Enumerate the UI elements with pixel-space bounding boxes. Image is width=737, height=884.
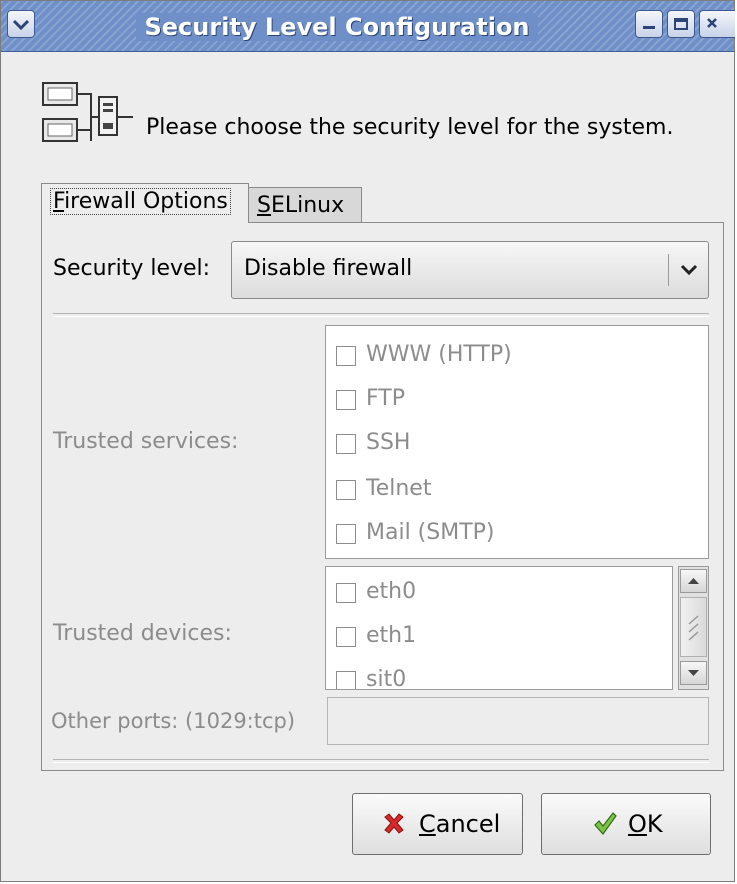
separator: [53, 759, 709, 763]
trusted-devices-list: eth0 eth1 sit0: [325, 566, 673, 690]
checkbox[interactable]: [336, 627, 356, 647]
checkbox[interactable]: [336, 434, 356, 454]
other-ports-input[interactable]: [327, 697, 709, 745]
close-button[interactable]: [699, 10, 735, 38]
security-level-dialog: Security Level Configuration Please choo…: [0, 0, 735, 882]
checkbox[interactable]: [336, 524, 356, 544]
security-level-label: Security level:: [53, 256, 211, 281]
window-title: Security Level Configuration: [45, 13, 629, 41]
other-ports-label: Other ports: (1029:tcp): [51, 709, 296, 733]
minimize-icon: [643, 26, 655, 29]
grip-icon: [688, 615, 699, 641]
header-text: Please choose the security level for the…: [146, 115, 674, 140]
chevron-down-icon: [12, 19, 30, 31]
title-bar[interactable]: Security Level Configuration: [1, 1, 735, 52]
red-x-icon: [384, 813, 404, 834]
ok-button[interactable]: OK: [541, 793, 711, 855]
trusted-services-list: WWW (HTTP) FTP SSH Telnet Mail (SMTP): [325, 325, 709, 559]
maximize-button[interactable]: [667, 10, 695, 38]
cancel-button[interactable]: Cancel: [352, 793, 523, 855]
security-level-dropdown[interactable]: Disable firewall: [231, 241, 709, 299]
scroll-down-button[interactable]: [680, 661, 707, 685]
window-menu-button[interactable]: [7, 10, 35, 38]
checkbox[interactable]: [336, 390, 356, 410]
close-icon: [707, 18, 717, 28]
checkbox[interactable]: [336, 346, 356, 366]
security-level-value: Disable firewall: [244, 256, 413, 281]
maximize-icon: [674, 18, 688, 30]
arrow-down-icon: [688, 670, 699, 676]
scrollbar-thumb[interactable]: [680, 597, 707, 657]
checkbox[interactable]: [336, 583, 356, 603]
tab-selinux[interactable]: SELinux: [248, 187, 362, 225]
tab-firewall-options[interactable]: Firewall Options: [41, 183, 249, 223]
checkbox[interactable]: [336, 480, 356, 500]
minimize-button[interactable]: [635, 10, 663, 38]
separator: [53, 313, 709, 317]
network-computers-icon: [41, 79, 141, 151]
checkbox[interactable]: [336, 671, 356, 689]
trusted-services-label: Trusted services:: [53, 429, 239, 454]
scroll-up-button[interactable]: [680, 569, 707, 593]
devices-scrollbar[interactable]: [678, 566, 709, 690]
trusted-devices-label: Trusted devices:: [53, 621, 232, 646]
arrow-up-icon: [688, 578, 699, 584]
chevron-down-icon: [680, 264, 698, 276]
green-check-icon: [594, 812, 617, 835]
